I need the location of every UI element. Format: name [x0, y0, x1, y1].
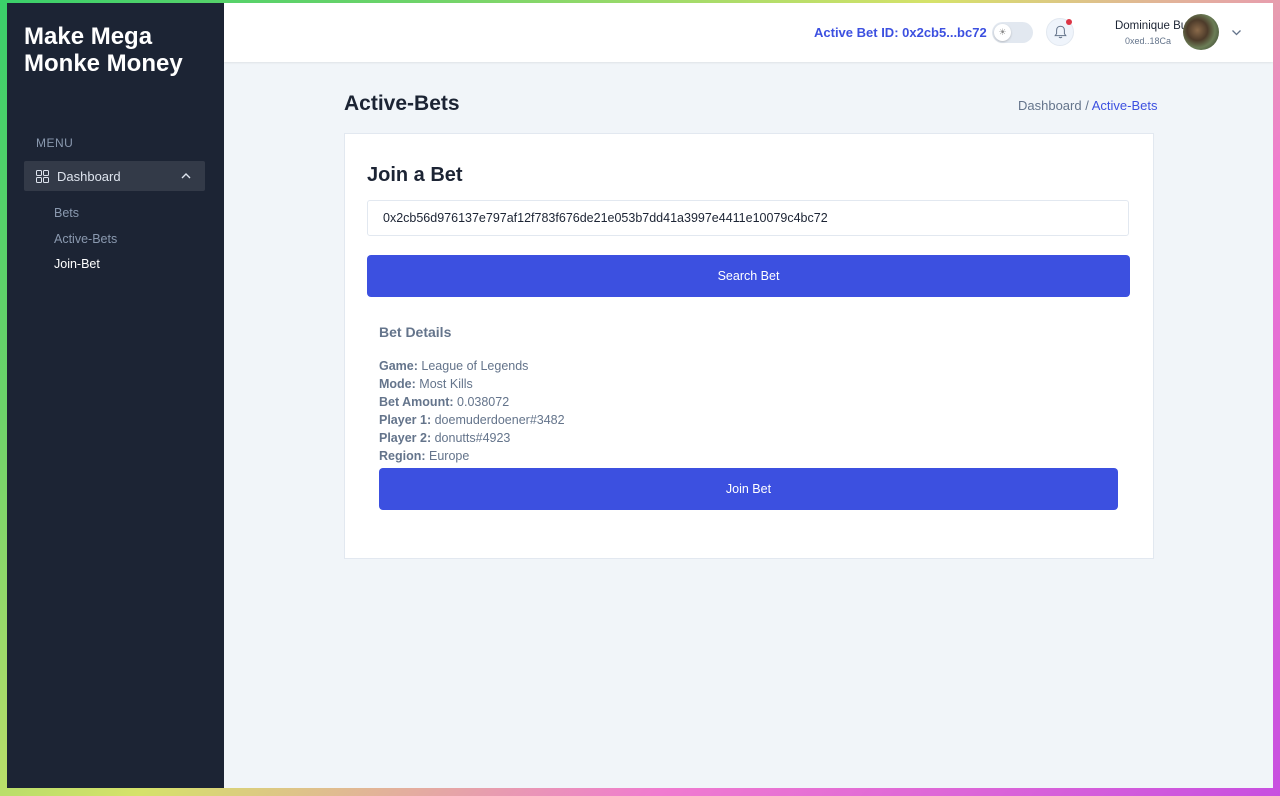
sidebar: Make Mega Monke Money MENU Dashboard Bet… — [7, 3, 224, 788]
detail-value: 0.038072 — [457, 395, 510, 409]
bell-icon — [1053, 25, 1067, 39]
sidebar-subnav: Bets Active-Bets Join-Bet — [54, 205, 117, 282]
detail-label: Region: — [379, 449, 426, 463]
top-header: Active Bet ID: 0x2cb5...bc72 ☀ Dominique… — [224, 3, 1273, 62]
detail-region: Region: Europe — [379, 447, 565, 465]
page-title: Active-Bets — [344, 92, 460, 115]
detail-label: Mode: — [379, 377, 416, 391]
sun-icon: ☀ — [994, 24, 1011, 41]
join-bet-card: Join a Bet Search Bet Bet Details Game: … — [344, 133, 1154, 559]
breadcrumb-current: Active-Bets — [1091, 98, 1158, 113]
detail-value: Most Kills — [419, 377, 473, 391]
detail-value: Europe — [429, 449, 470, 463]
detail-player-1: Player 1: doemuderdoener#3482 — [379, 411, 565, 429]
chevron-down-icon[interactable] — [1231, 27, 1242, 38]
detail-label: Game: — [379, 359, 418, 373]
detail-bet-amount: Bet Amount: 0.038072 — [379, 393, 565, 411]
grid-icon — [36, 169, 49, 183]
sidebar-item-bets[interactable]: Bets — [54, 205, 117, 231]
breadcrumb-parent[interactable]: Dashboard / — [1018, 98, 1089, 113]
sidebar-item-dashboard[interactable]: Dashboard — [24, 161, 205, 191]
active-bet-id[interactable]: Active Bet ID: 0x2cb5...bc72 — [814, 25, 987, 40]
detail-label: Bet Amount: — [379, 395, 454, 409]
detail-player-2: Player 2: donutts#4923 — [379, 429, 565, 447]
detail-value: donutts#4923 — [434, 431, 511, 445]
breadcrumb: Dashboard / Active-Bets — [1018, 98, 1157, 113]
detail-game: Game: League of Legends — [379, 357, 565, 375]
sidebar-item-label: Dashboard — [57, 168, 121, 184]
menu-label: MENU — [36, 136, 74, 150]
brand-title: Make Mega Monke Money — [24, 23, 183, 77]
notification-dot — [1066, 19, 1072, 25]
avatar[interactable] — [1183, 14, 1219, 50]
theme-toggle[interactable]: ☀ — [992, 22, 1033, 43]
card-title: Join a Bet — [367, 164, 463, 186]
app-window: Make Mega Monke Money MENU Dashboard Bet… — [7, 3, 1273, 788]
bet-details-title: Bet Details — [379, 324, 452, 340]
detail-label: Player 1: — [379, 413, 432, 427]
join-bet-button[interactable]: Join Bet — [379, 468, 1118, 510]
detail-mode: Mode: Most Kills — [379, 375, 565, 393]
detail-value: League of Legends — [421, 359, 529, 373]
sidebar-item-join-bet[interactable]: Join-Bet — [54, 256, 117, 282]
sidebar-item-active-bets[interactable]: Active-Bets — [54, 231, 117, 257]
search-bet-button[interactable]: Search Bet — [367, 255, 1130, 297]
bet-id-input[interactable] — [367, 200, 1129, 236]
notifications-button[interactable] — [1046, 18, 1074, 46]
detail-label: Player 2: — [379, 431, 432, 445]
chevron-up-icon[interactable] — [181, 171, 191, 181]
detail-value: doemuderdoener#3482 — [434, 413, 565, 427]
user-address: 0xed..18Ca — [1124, 36, 1171, 46]
bet-details: Bet Details Game: League of Legends Mode… — [379, 324, 565, 465]
